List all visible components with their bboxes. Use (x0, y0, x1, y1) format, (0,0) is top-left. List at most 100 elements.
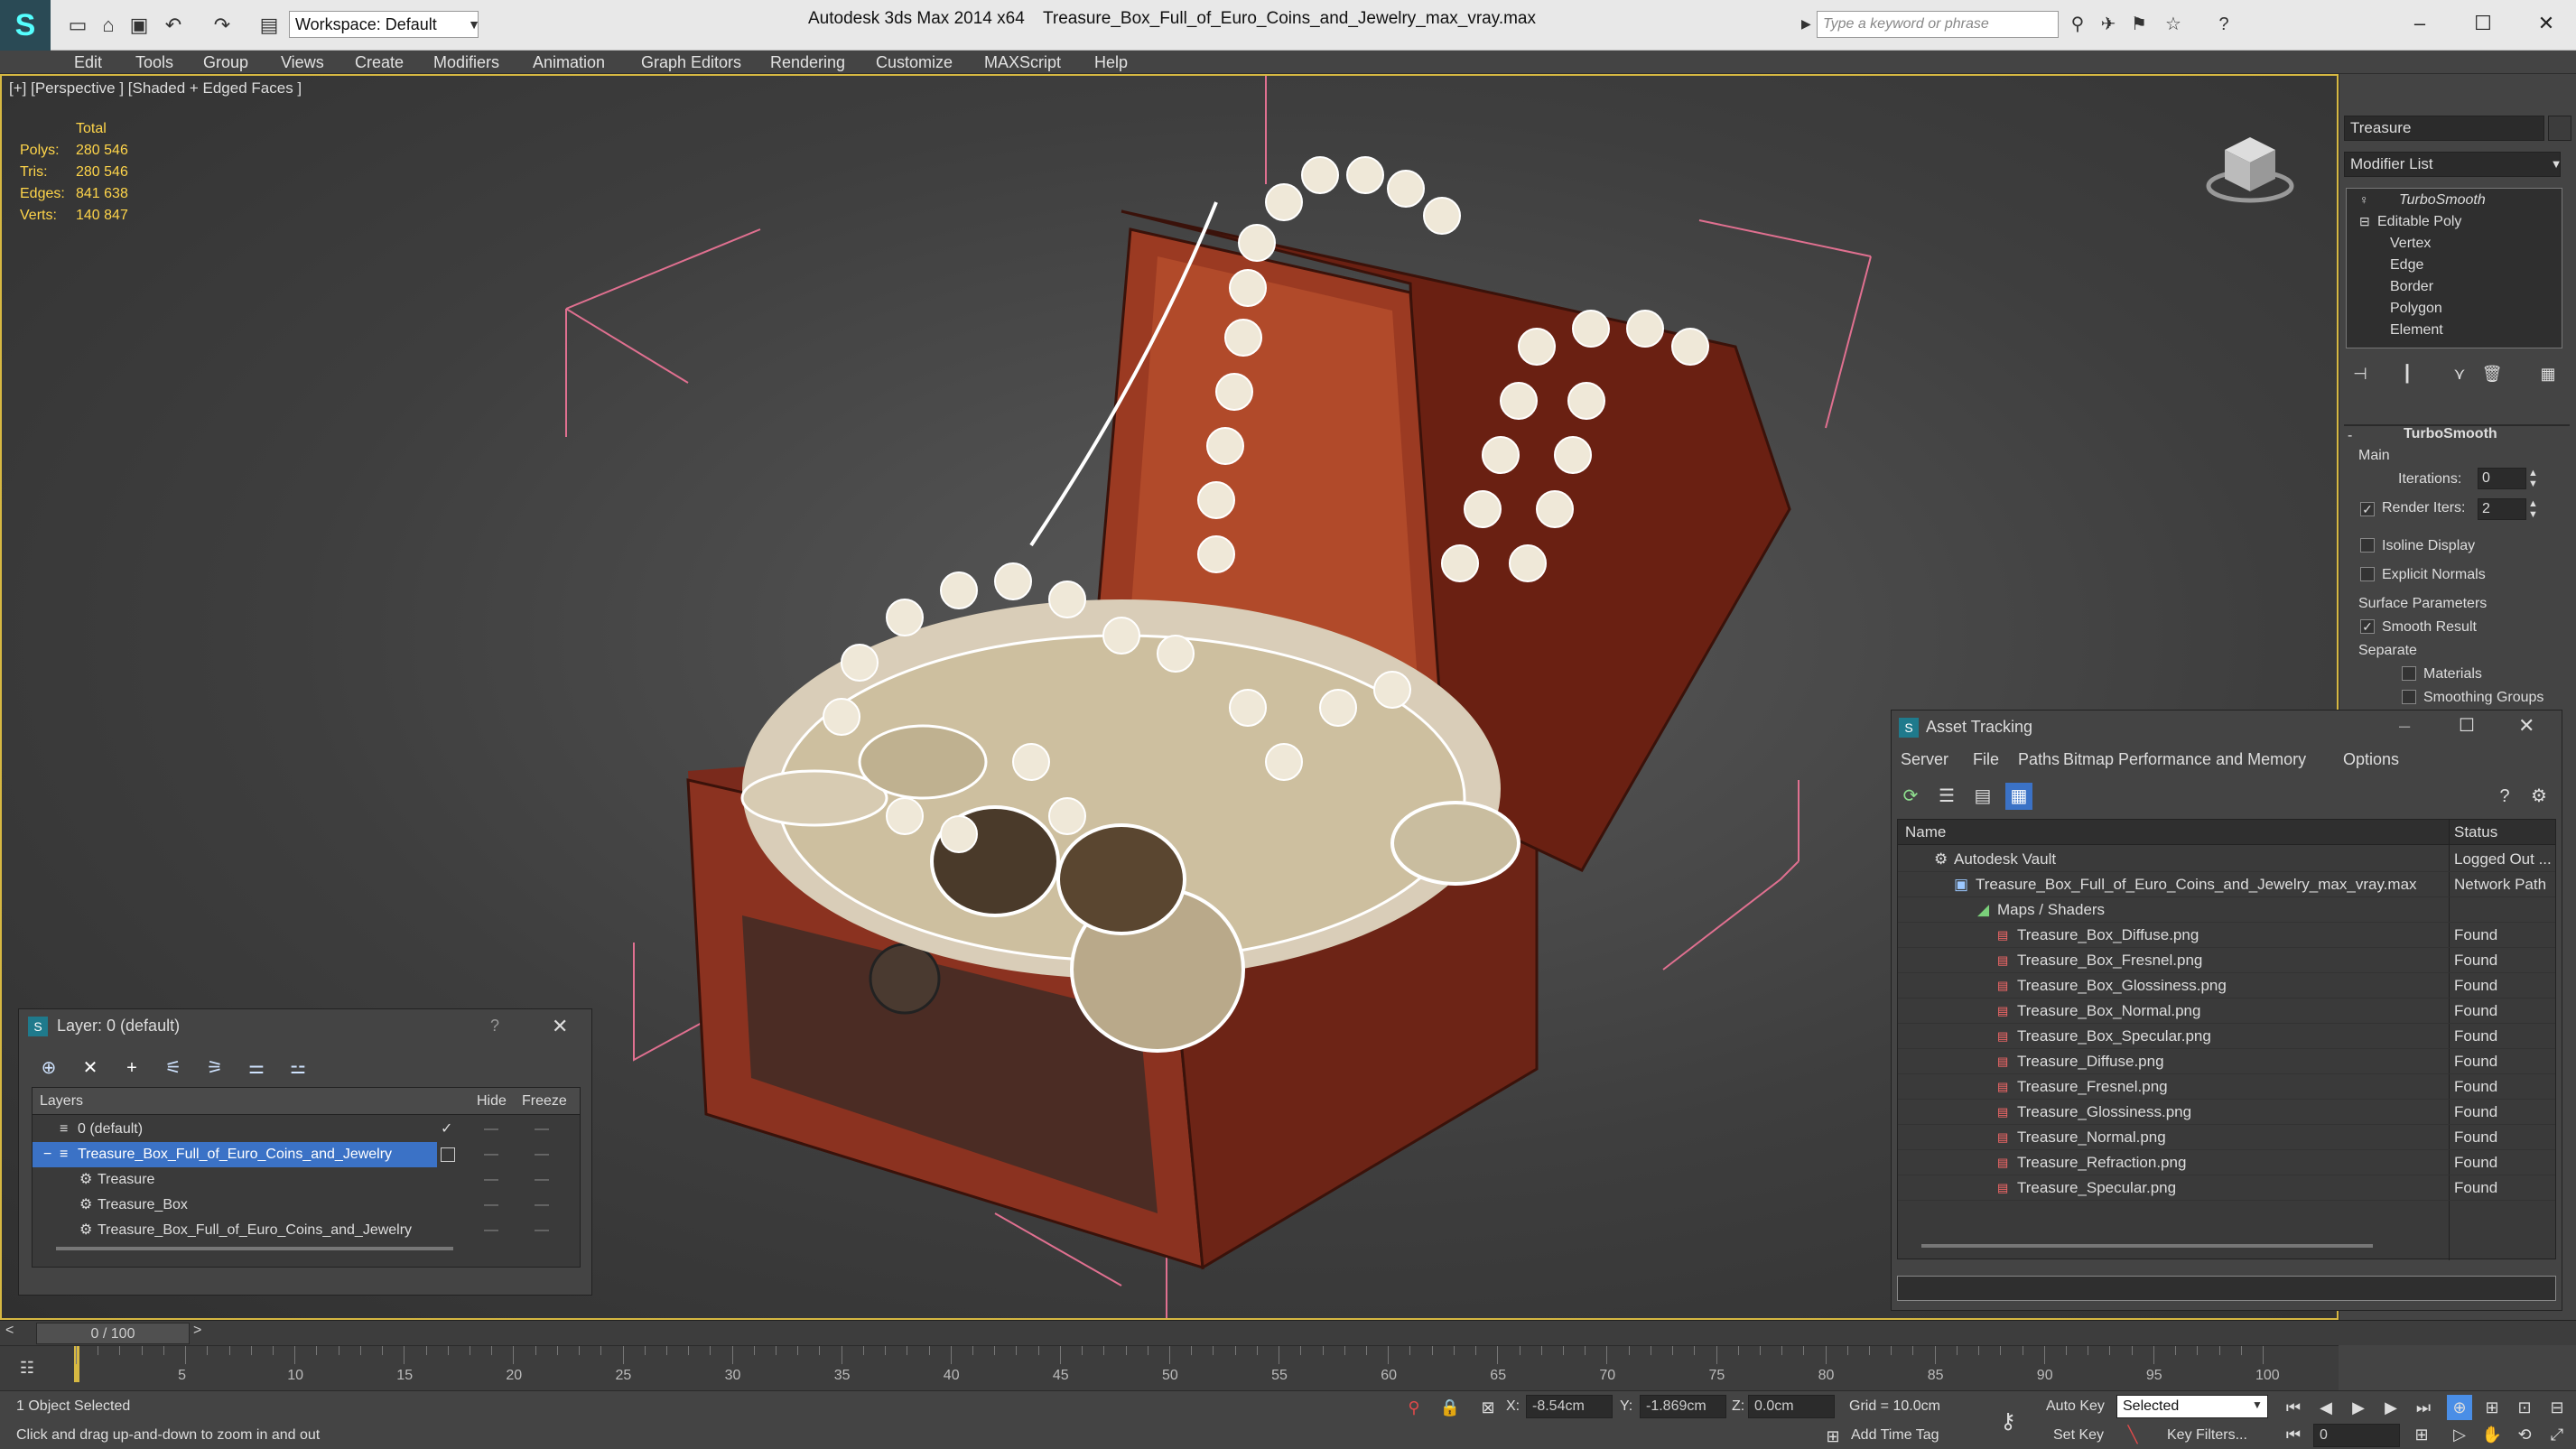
binoculars-icon[interactable]: ⚲ (2064, 11, 2091, 38)
zoom-extents-icon[interactable]: ⊡ (2512, 1395, 2537, 1420)
object-row[interactable]: ⚙ Treasure_Box_Full_of_Euro_Coins_and_Je… (33, 1218, 580, 1243)
asset-row[interactable]: ▤ Treasure_Box_Diffuse.png Found (1898, 923, 2555, 948)
key-icon[interactable]: ⚷ (1995, 1409, 2021, 1435)
app-logo-icon[interactable]: S (0, 0, 51, 51)
stack-item-turbosmooth[interactable]: TurboSmooth (2399, 192, 2486, 209)
isoline-display-checkbox[interactable] (2360, 538, 2375, 553)
asset-row[interactable]: ◢ Maps / Shaders (1898, 897, 2555, 923)
asset-row[interactable]: ▤ Treasure_Refraction.png Found (1898, 1150, 2555, 1175)
hide-toggle[interactable]: — (484, 1117, 498, 1142)
materials-checkbox[interactable] (2402, 666, 2416, 681)
pin-stack-icon[interactable]: ⊣ (2348, 361, 2373, 386)
field-of-view-icon[interactable]: ▷ (2447, 1422, 2472, 1447)
orbit-icon[interactable]: ⟲ (2512, 1422, 2537, 1447)
x-coordinate-field[interactable]: -8.54cm (1526, 1395, 1613, 1418)
hide-toggle[interactable]: — (484, 1142, 498, 1167)
close-icon[interactable]: ✕ (2518, 714, 2534, 738)
settings-icon[interactable]: ⚙ (2525, 783, 2553, 810)
help-icon[interactable]: ? (2491, 783, 2518, 810)
rollout-collapse-icon[interactable]: - (2348, 428, 2352, 444)
active-check-icon[interactable]: ✓ (441, 1117, 452, 1142)
zoom-extents-all-icon[interactable]: ⊟ (2544, 1395, 2570, 1420)
absolute-mode-icon[interactable]: ⊠ (1475, 1395, 1501, 1420)
hide-toggle[interactable]: — (484, 1218, 498, 1243)
next-frame-icon[interactable]: ▶ (2378, 1395, 2404, 1420)
project-folder-icon[interactable]: ▤ (256, 13, 282, 38)
menu-file[interactable]: File (1973, 750, 1999, 769)
workspace-dropdown[interactable]: Workspace: Default (289, 11, 479, 38)
minimize-icon[interactable]: – (2393, 5, 2447, 42)
close-icon[interactable]: ✕ (2519, 5, 2573, 42)
spinner-arrows-icon[interactable]: ▲ ▼ (2528, 468, 2538, 489)
asset-row[interactable]: ▤ Treasure_Fresnel.png Found (1898, 1074, 2555, 1100)
freeze-toggle[interactable]: — (535, 1218, 549, 1243)
menu-create[interactable]: Create (355, 51, 404, 74)
select-objects-icon[interactable]: ⚟ (160, 1054, 187, 1082)
set-key-icon[interactable]: ╲ (2120, 1422, 2145, 1447)
menu-help[interactable]: Help (1094, 51, 1128, 74)
viewcube-icon[interactable] (2205, 121, 2295, 211)
minimize-icon[interactable]: – (2399, 714, 2410, 738)
current-frame-marker[interactable] (74, 1346, 79, 1382)
smooth-result-checkbox[interactable]: ✓ (2360, 619, 2375, 634)
col-status[interactable]: Status (2454, 823, 2497, 841)
explicit-normals-checkbox[interactable] (2360, 567, 2375, 581)
menu-options[interactable]: Options (2343, 750, 2399, 769)
menu-maxscript[interactable]: MAXScript (984, 51, 1061, 74)
go-to-start-icon[interactable]: ⏮ (2281, 1395, 2306, 1420)
stack-item-border[interactable]: Border (2390, 279, 2433, 295)
iterations-spinner[interactable]: 0 (2478, 468, 2526, 489)
show-end-result-icon[interactable]: ┃ (2395, 361, 2420, 386)
isolate-selection-icon[interactable]: ⚲ (1401, 1395, 1427, 1420)
create-layer-icon[interactable]: ⊕ (35, 1054, 62, 1082)
menu-rendering[interactable]: Rendering (770, 51, 845, 74)
time-next-button[interactable]: > (193, 1323, 201, 1339)
layer-row-selected[interactable]: − ≡ Treasure_Box_Full_of_Euro_Coins_and_… (33, 1142, 437, 1167)
current-frame-field[interactable]: 0 (2313, 1424, 2400, 1447)
asset-path-field[interactable] (1897, 1276, 2556, 1301)
hide-toggle[interactable]: — (484, 1193, 498, 1218)
horizontal-scrollbar[interactable] (56, 1247, 453, 1250)
help-icon[interactable]: ? (2210, 11, 2237, 38)
key-mode-dropdown[interactable]: Selected (2116, 1395, 2268, 1418)
make-unique-icon[interactable]: ⋎ (2447, 361, 2472, 386)
object-row[interactable]: ⚙ Treasure_Box — — (33, 1193, 580, 1218)
time-prev-button[interactable]: < (5, 1323, 14, 1339)
stack-item-polygon[interactable]: Polygon (2390, 301, 2442, 317)
layer-row[interactable]: ≡ 0 (default) ✓ — — (33, 1117, 580, 1142)
asset-row[interactable]: ▤ Treasure_Box_Fresnel.png Found (1898, 948, 2555, 973)
col-hide[interactable]: Hide (477, 1093, 507, 1110)
stack-item-vertex[interactable]: Vertex (2390, 236, 2431, 252)
selection-lock-icon[interactable]: 🔒 (1437, 1395, 1463, 1420)
mini-curve-editor-icon[interactable]: ☷ (14, 1355, 40, 1380)
redo-icon[interactable]: ↷ (209, 13, 235, 38)
time-config-icon[interactable]: ⊞ (2409, 1422, 2434, 1447)
chevron-down-icon[interactable]: ▼ (2252, 1398, 2263, 1411)
spinner-arrows-icon[interactable]: ▲ ▼ (2528, 498, 2538, 520)
menu-group[interactable]: Group (203, 51, 248, 74)
y-coordinate-field[interactable]: -1.869cm (1640, 1395, 1726, 1418)
thumbnail-view-icon[interactable]: ▤ (1969, 783, 1996, 810)
asset-row[interactable]: ▤ Treasure_Normal.png Found (1898, 1125, 2555, 1150)
freeze-toggle[interactable]: — (535, 1193, 549, 1218)
zoom-icon[interactable]: ⊕ (2447, 1395, 2472, 1420)
track-bar[interactable]: ☷ 5 10 15 20 25 30 35 40 45 50 55 60 65 70 75 80 85 90 95 1… (0, 1345, 2339, 1390)
search-expand-icon[interactable]: ▶ (1801, 16, 1811, 32)
refresh-icon[interactable]: ⟳ (1897, 783, 1924, 810)
horizontal-scrollbar[interactable] (1921, 1244, 2373, 1248)
col-name[interactable]: Name (1905, 823, 1946, 841)
previous-frame-icon[interactable]: ◀ (2313, 1395, 2339, 1420)
object-name-field[interactable]: Treasure (2344, 116, 2544, 141)
stack-item-editable-poly[interactable]: Editable Poly (2377, 214, 2461, 230)
add-to-layer-icon[interactable]: + (118, 1054, 145, 1082)
menu-tools[interactable]: Tools (135, 51, 173, 74)
search-input[interactable]: Type a keyword or phrase (1817, 11, 2059, 38)
go-to-end-icon[interactable]: ⏭ (2411, 1395, 2436, 1420)
save-file-icon[interactable]: ▣ (126, 13, 152, 38)
maximize-icon[interactable]: ☐ (2456, 5, 2510, 42)
menu-paths[interactable]: Paths (2018, 750, 2060, 769)
menu-graph-editors[interactable]: Graph Editors (641, 51, 741, 74)
auto-key-button[interactable]: Auto Key (2046, 1398, 2105, 1415)
freeze-toggle[interactable]: — (535, 1142, 549, 1167)
remove-modifier-icon[interactable]: 🗑 (2479, 361, 2505, 386)
